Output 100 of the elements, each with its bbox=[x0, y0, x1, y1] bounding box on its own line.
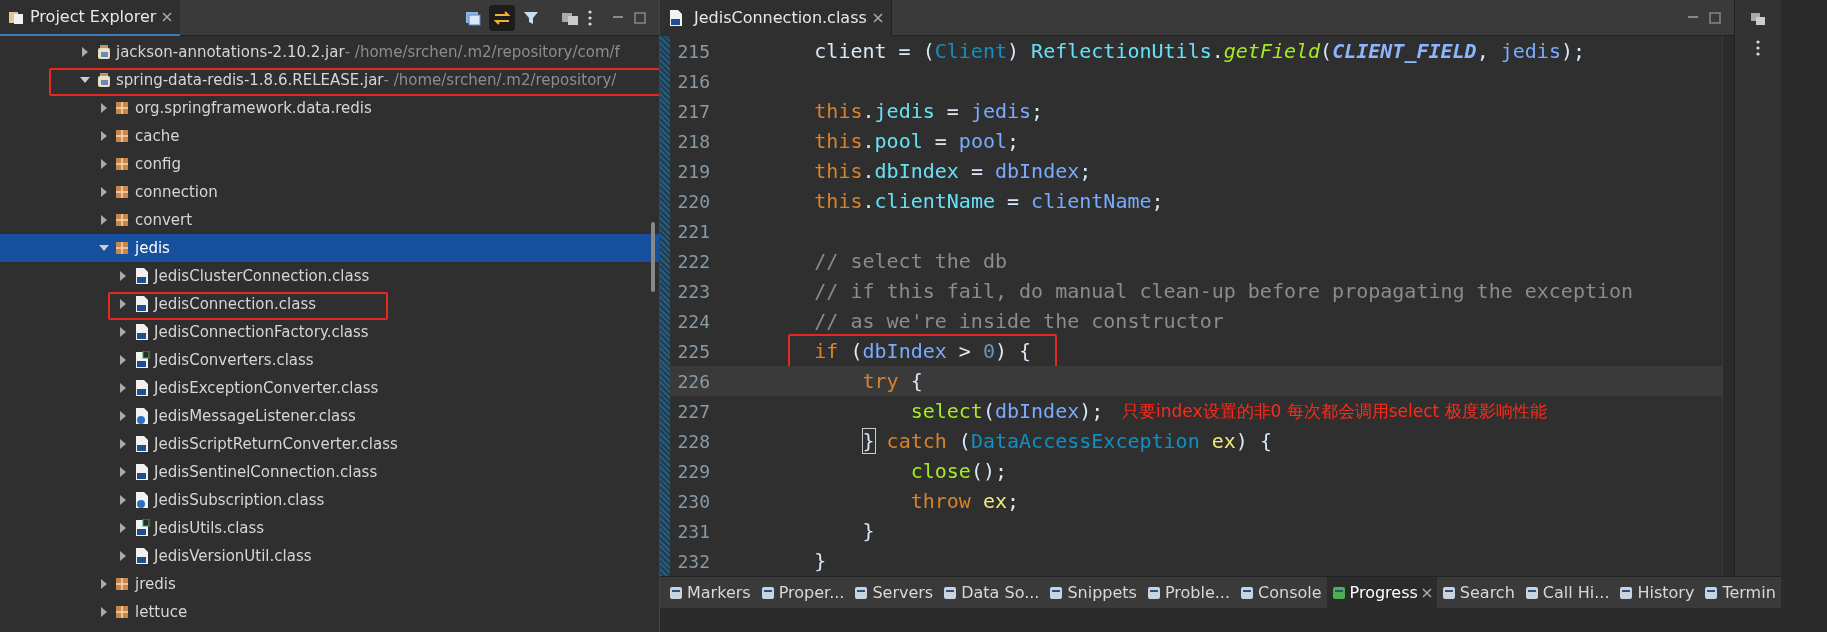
collapse-arrow-icon[interactable] bbox=[99, 187, 109, 197]
collapse-arrow-icon[interactable] bbox=[99, 131, 109, 141]
tree-item-label: jedis bbox=[135, 239, 170, 257]
view-tab[interactable]: Data So... bbox=[938, 577, 1045, 608]
collapse-arrow-icon[interactable] bbox=[118, 551, 128, 561]
expand-arrow-icon[interactable] bbox=[80, 75, 90, 85]
line-number: 215 bbox=[676, 40, 710, 62]
view-tab[interactable]: Proble... bbox=[1141, 577, 1236, 608]
collapse-arrow-icon[interactable] bbox=[118, 523, 128, 533]
collapse-arrow-icon[interactable] bbox=[99, 579, 109, 589]
view-icon bbox=[854, 585, 869, 600]
tree-item[interactable]: spring-data-redis-1.8.6.RELEASE.jar- /home/srchen/.m2/repository/ bbox=[0, 66, 659, 94]
filter-icon[interactable] bbox=[523, 9, 539, 26]
tree-item[interactable]: JedisSentinelConnection.class bbox=[0, 458, 659, 486]
tab-title: JedisConnection.class bbox=[694, 8, 867, 27]
class-file-icon bbox=[668, 8, 684, 27]
restore-icon[interactable] bbox=[1749, 10, 1766, 26]
tree-item[interactable]: org.springframework.data.redis bbox=[0, 94, 659, 122]
collapse-arrow-icon[interactable] bbox=[118, 411, 128, 421]
collapse-arrow-icon[interactable] bbox=[99, 159, 109, 169]
close-icon[interactable] bbox=[162, 11, 173, 22]
scrollbar[interactable] bbox=[651, 222, 655, 292]
view-tab[interactable]: Call Hi... bbox=[1519, 577, 1615, 608]
tree-item[interactable]: JedisScriptReturnConverter.class bbox=[0, 430, 659, 458]
tree-item[interactable]: convert bbox=[0, 206, 659, 234]
editor-tab[interactable]: JedisConnection.class bbox=[660, 0, 892, 36]
tree-item[interactable]: JedisConnection.class bbox=[0, 290, 659, 318]
package-icon bbox=[115, 605, 129, 619]
tree-item[interactable]: JedisSubscription.class bbox=[0, 486, 659, 514]
tree-item[interactable]: cache bbox=[0, 122, 659, 150]
tree-item-path: - /home/srchen/.m2/repository/ bbox=[383, 71, 617, 89]
class-file-icon bbox=[134, 379, 150, 397]
tree-item[interactable]: JedisUtils.class bbox=[0, 514, 659, 542]
tree-item[interactable]: lettuce bbox=[0, 598, 659, 626]
view-tab[interactable]: Proper... bbox=[755, 577, 850, 608]
view-icon bbox=[760, 585, 775, 600]
collapse-arrow-icon[interactable] bbox=[118, 467, 128, 477]
maximize-icon[interactable] bbox=[633, 10, 647, 25]
collapse-arrow-icon[interactable] bbox=[118, 327, 128, 337]
line-number: 230 bbox=[676, 490, 710, 512]
project-explorer-tab[interactable]: Project Explorer bbox=[0, 0, 181, 36]
package-icon bbox=[115, 577, 129, 591]
code-line: this.clientName = clientName; bbox=[814, 189, 1164, 213]
view-tab[interactable]: Search bbox=[1436, 577, 1520, 608]
view-tab[interactable]: Console bbox=[1235, 577, 1327, 608]
collapse-arrow-icon[interactable] bbox=[99, 607, 109, 617]
collapse-arrow-icon[interactable] bbox=[118, 299, 128, 309]
tree-item[interactable]: connection bbox=[0, 178, 659, 206]
tree-item[interactable]: JedisExceptionConverter.class bbox=[0, 374, 659, 402]
class-file-icon bbox=[134, 267, 150, 285]
tree-item[interactable]: JedisConverters.class bbox=[0, 346, 659, 374]
package-icon bbox=[115, 157, 129, 171]
code-line: client = (Client) ReflectionUtils.getField(CLIENT_FIELD, jedis); bbox=[814, 39, 1586, 63]
view-tab[interactable]: History bbox=[1614, 577, 1700, 608]
tree-item-label: config bbox=[135, 155, 181, 173]
tree-item[interactable]: JedisVersionUtil.class bbox=[0, 542, 659, 570]
link-editor-button[interactable] bbox=[489, 4, 515, 31]
view-icon bbox=[1146, 585, 1161, 600]
tree-item[interactable]: jredis bbox=[0, 570, 659, 598]
collapse-arrow-icon[interactable] bbox=[118, 495, 128, 505]
tree-item-label: JedisClusterConnection.class bbox=[154, 267, 370, 285]
collapse-arrow-icon[interactable] bbox=[99, 215, 109, 225]
tree-item-label: org.springframework.data.redis bbox=[135, 99, 372, 117]
tree-item[interactable]: JedisConnectionFactory.class bbox=[0, 318, 659, 346]
collapse-arrow-icon[interactable] bbox=[118, 383, 128, 393]
tree-item[interactable]: jackson-annotations-2.10.2.jar- /home/srchen/.m2/repository/com/f bbox=[0, 38, 659, 66]
close-icon[interactable] bbox=[1421, 587, 1432, 598]
tree-item-label: JedisMessageListener.class bbox=[154, 407, 356, 425]
tree-item[interactable]: jedis bbox=[0, 234, 659, 262]
view-tab[interactable]: Snippets bbox=[1044, 577, 1142, 608]
collapse-arrow-icon[interactable] bbox=[118, 355, 128, 365]
collapse-arrow-icon[interactable] bbox=[118, 439, 128, 449]
collapse-arrow-icon[interactable] bbox=[118, 271, 128, 281]
view-tab[interactable]: Termin bbox=[1699, 577, 1781, 608]
collapse-arrow-icon[interactable] bbox=[99, 103, 109, 113]
class-file-icon bbox=[134, 463, 150, 481]
expand-arrow-icon[interactable] bbox=[99, 243, 109, 253]
tree-item-label: JedisUtils.class bbox=[154, 519, 265, 537]
view-tab[interactable]: Markers bbox=[664, 577, 756, 608]
maximize-icon[interactable] bbox=[1707, 10, 1722, 25]
code-line: close(); bbox=[910, 459, 1007, 483]
more-icon[interactable] bbox=[587, 9, 593, 26]
more-icon[interactable] bbox=[1754, 40, 1761, 56]
close-icon[interactable] bbox=[872, 12, 883, 23]
view-tab[interactable]: Progress bbox=[1326, 577, 1437, 608]
class-file-person-icon bbox=[134, 491, 150, 509]
line-number: 216 bbox=[676, 70, 710, 92]
collapse-arrow-icon[interactable] bbox=[80, 47, 90, 57]
tree-item[interactable]: JedisClusterConnection.class bbox=[0, 262, 659, 290]
tree-item[interactable]: config bbox=[0, 150, 659, 178]
code-line: // if this fail, do manual clean-up before propagating the exception bbox=[814, 279, 1634, 303]
package-icon bbox=[115, 185, 129, 199]
package-icon bbox=[115, 241, 129, 255]
line-number: 225 bbox=[676, 340, 710, 362]
collapse-all-icon[interactable] bbox=[465, 9, 481, 26]
tree-item-label: cache bbox=[135, 127, 180, 145]
class-file-person-icon bbox=[134, 407, 150, 425]
line-number: 231 bbox=[676, 520, 710, 542]
view-tab[interactable]: Servers bbox=[849, 577, 939, 608]
tree-item[interactable]: JedisMessageListener.class bbox=[0, 402, 659, 430]
